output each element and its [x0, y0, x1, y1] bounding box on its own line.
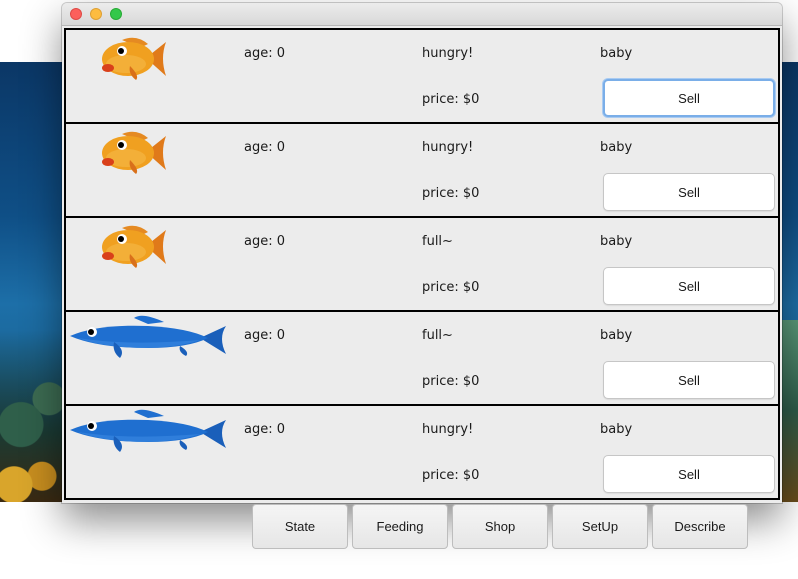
- fish-row: age: 0 hungry! baby price: $0 Sell: [66, 124, 778, 216]
- sell-button[interactable]: Sell: [603, 267, 775, 305]
- fish-row: age: 0 full~ baby price: $0 Sell: [66, 218, 778, 310]
- coral-reef-left: [0, 330, 70, 502]
- fish-hunger-status: full~: [422, 234, 453, 249]
- fish-age: age: 0: [244, 422, 285, 437]
- fish-growth-stage: baby: [600, 46, 633, 61]
- fish-price: price: $0: [422, 374, 480, 389]
- fish-price: price: $0: [422, 186, 480, 201]
- feeding-button[interactable]: Feeding: [352, 504, 448, 549]
- fish-growth-stage: baby: [600, 140, 633, 155]
- fish-growth-stage: baby: [600, 328, 633, 343]
- fish-list: age: 0 hungry! baby price: $0 Sell age: …: [64, 28, 780, 500]
- bluefish-icon: [70, 315, 226, 358]
- fish-price: price: $0: [422, 468, 480, 483]
- close-window-button[interactable]: [70, 8, 82, 20]
- sell-button[interactable]: Sell: [603, 455, 775, 493]
- goldfish-icon: [102, 225, 166, 268]
- fish-growth-stage: baby: [600, 422, 633, 437]
- fish-row: age: 0 hungry! baby price: $0 Sell: [66, 406, 778, 498]
- window-titlebar[interactable]: [62, 3, 782, 26]
- fish-age: age: 0: [244, 328, 285, 343]
- fish-growth-stage: baby: [600, 234, 633, 249]
- minimize-window-button[interactable]: [90, 8, 102, 20]
- fish-row: age: 0 hungry! baby price: $0 Sell: [66, 30, 778, 122]
- fish-age: age: 0: [244, 140, 285, 155]
- fish-list-window: age: 0 hungry! baby price: $0 Sell age: …: [62, 3, 782, 503]
- goldfish-icon: [102, 131, 166, 174]
- fish-hunger-status: full~: [422, 328, 453, 343]
- sell-button[interactable]: Sell: [603, 173, 775, 211]
- fish-row: age: 0 full~ baby price: $0 Sell: [66, 312, 778, 404]
- fish-hunger-status: hungry!: [422, 422, 474, 437]
- describe-button[interactable]: Describe: [652, 504, 748, 549]
- setup-button[interactable]: SetUp: [552, 504, 648, 549]
- sell-button[interactable]: Sell: [603, 361, 775, 399]
- goldfish-icon: [102, 37, 166, 80]
- fish-age: age: 0: [244, 46, 285, 61]
- shop-button[interactable]: Shop: [452, 504, 548, 549]
- fish-age: age: 0: [244, 234, 285, 249]
- fish-price: price: $0: [422, 92, 480, 107]
- fish-hunger-status: hungry!: [422, 140, 474, 155]
- fish-price: price: $0: [422, 280, 480, 295]
- sell-button[interactable]: Sell: [603, 79, 775, 117]
- bluefish-icon: [70, 409, 226, 452]
- maximize-window-button[interactable]: [110, 8, 122, 20]
- state-button[interactable]: State: [252, 504, 348, 549]
- fish-hunger-status: hungry!: [422, 46, 474, 61]
